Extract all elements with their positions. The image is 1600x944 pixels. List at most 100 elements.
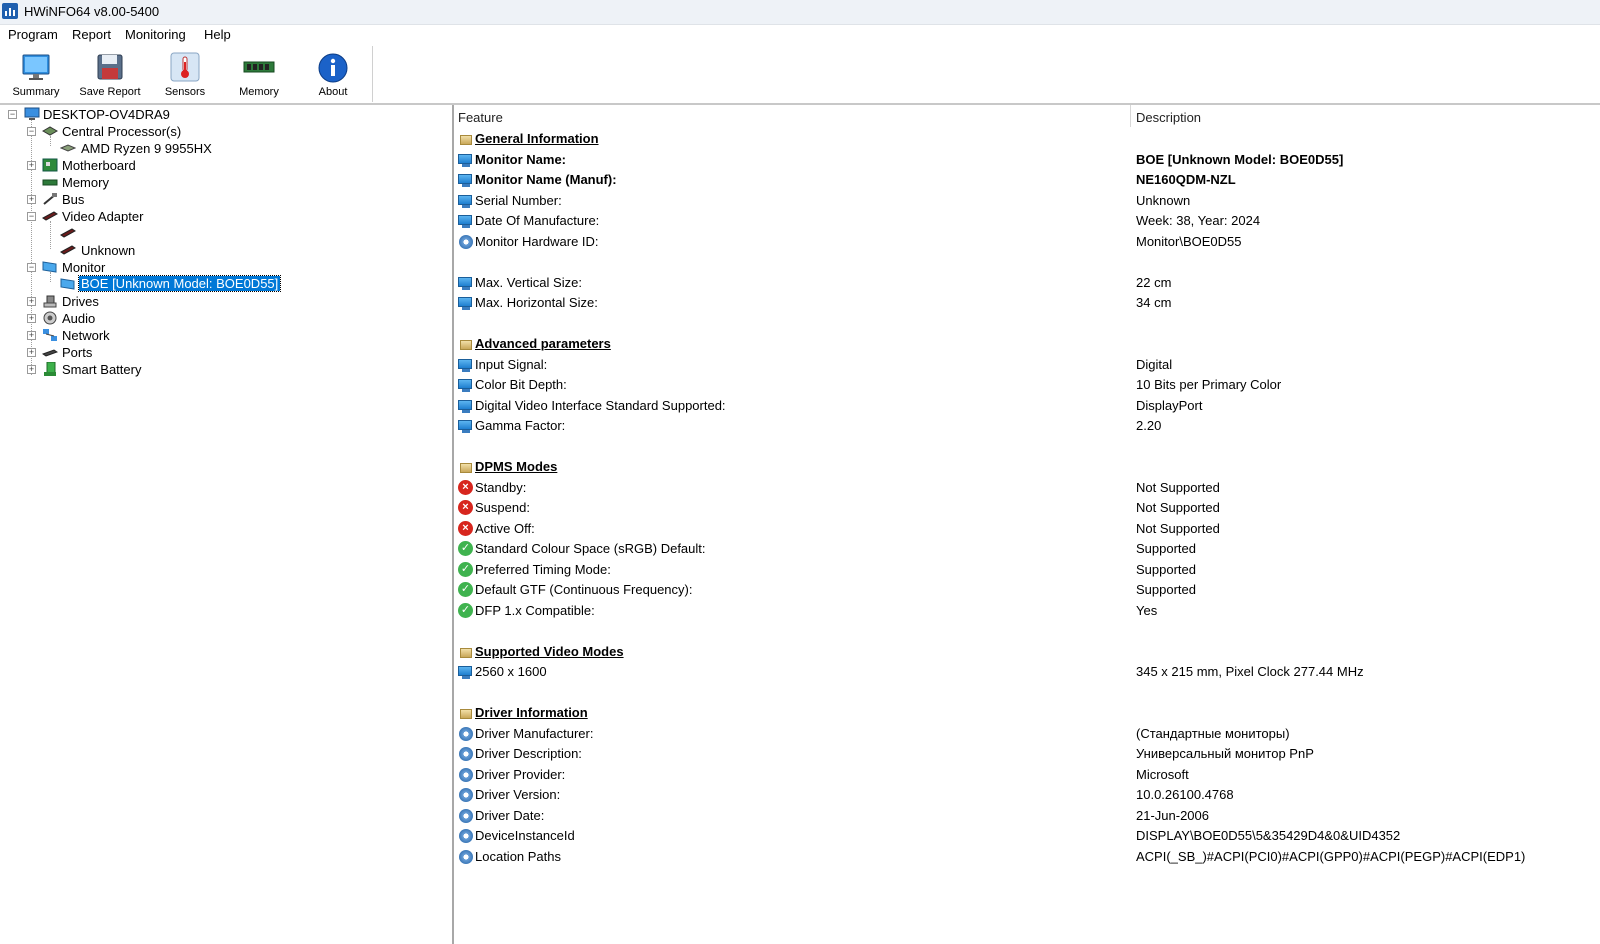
description-value: Supported bbox=[1136, 561, 1196, 577]
tree-label-network: Network bbox=[62, 328, 110, 343]
summary-button[interactable]: Summary bbox=[8, 46, 64, 102]
feature-label: Gamma Factor: bbox=[475, 418, 566, 433]
detail-row[interactable]: ✓ DFP 1.x Compatible: Yes bbox=[454, 601, 1600, 621]
feature-label: DFP 1.x Compatible: bbox=[475, 602, 595, 618]
collapse-toggle-icon[interactable]: − bbox=[27, 127, 36, 136]
expand-toggle-icon[interactable]: + bbox=[27, 365, 36, 374]
feature-label: Driver Version: bbox=[475, 787, 561, 802]
menu-report[interactable]: Report bbox=[72, 27, 111, 42]
monitor-icon bbox=[458, 295, 474, 311]
settings-gear-icon bbox=[458, 746, 474, 762]
feature-label: Max. Vertical Size: bbox=[475, 274, 582, 290]
detail-row[interactable]: ✓ Default GTF (Continuous Frequency): Supp… bbox=[454, 580, 1600, 600]
detail-row[interactable]: Driver Date: 21-Jun-2006 bbox=[454, 806, 1600, 826]
menu-bar: Program Report Monitoring Help bbox=[0, 25, 1600, 45]
expand-toggle-icon[interactable]: + bbox=[27, 161, 36, 170]
section-header-row[interactable]: Driver Information bbox=[454, 703, 1600, 723]
detail-row[interactable]: Driver Version: 10.0.26100.4768 bbox=[454, 785, 1600, 805]
detail-row[interactable]: Color Bit Depth: 10 Bits per Primary Colo… bbox=[454, 375, 1600, 395]
feature-label: Default GTF (Continuous Frequency): bbox=[475, 582, 693, 597]
tree-label-bus: Bus bbox=[62, 192, 85, 207]
detail-row[interactable]: Max. Horizontal Size: 34 cm bbox=[454, 293, 1600, 313]
detail-row[interactable]: × Suspend: Not Supported bbox=[454, 498, 1600, 518]
detail-row[interactable]: Max. Vertical Size: 22 cm bbox=[454, 273, 1600, 293]
feature-label: Serial Number: bbox=[475, 192, 562, 208]
tree-label-monitor: Monitor bbox=[62, 260, 106, 275]
detail-row[interactable]: ✓ Standard Colour Space (sRGB) Default: Su… bbox=[454, 539, 1600, 559]
title-bar: HWiNFO64 v8.00-5400 bbox=[0, 0, 1600, 25]
detail-row[interactable]: Monitor Name: BOE [Unknown Model: BOE0D55… bbox=[454, 150, 1600, 170]
feature-label: Driver Information bbox=[475, 705, 588, 720]
feature-label: Location Paths bbox=[475, 848, 562, 864]
monitor-icon bbox=[458, 213, 474, 229]
detail-row[interactable]: Driver Manufacturer: (Стандартные монитор… bbox=[454, 724, 1600, 744]
collapse-toggle-icon[interactable]: − bbox=[27, 263, 36, 272]
feature-label: Monitor Name (Manuf): bbox=[475, 172, 617, 187]
detail-row[interactable]: Driver Provider: Microsoft bbox=[454, 765, 1600, 785]
feature-label: General Information bbox=[475, 131, 599, 146]
expand-toggle-icon[interactable]: + bbox=[27, 348, 36, 357]
computer-icon bbox=[24, 107, 40, 120]
monitor-icon bbox=[458, 275, 474, 291]
collapse-toggle-icon[interactable]: − bbox=[8, 110, 17, 119]
expand-toggle-icon[interactable]: + bbox=[27, 331, 36, 340]
detail-row[interactable]: DeviceInstanceId DISPLAY\BOE0D55\5&35429D… bbox=[454, 826, 1600, 846]
detail-row[interactable]: Location Paths ACPI(_SB_)#ACPI(PCI0)#ACPI… bbox=[454, 847, 1600, 867]
menu-help[interactable]: Help bbox=[204, 27, 231, 42]
about-button[interactable]: About bbox=[306, 46, 360, 102]
memory-button[interactable]: Memory bbox=[232, 46, 286, 102]
detail-row[interactable]: Monitor Hardware ID: Monitor\BOE0D55 bbox=[454, 232, 1600, 252]
save-floppy-icon bbox=[97, 54, 123, 80]
settings-gear-icon bbox=[458, 787, 474, 803]
check-ok-icon: ✓ bbox=[458, 602, 474, 619]
tree-label-motherboard: Motherboard bbox=[62, 158, 136, 173]
section-header-row[interactable]: General Information bbox=[454, 129, 1600, 149]
expand-toggle-icon[interactable]: + bbox=[27, 314, 36, 323]
detail-row[interactable]: × Active Off: Not Supported bbox=[454, 519, 1600, 539]
expand-toggle-icon[interactable]: + bbox=[27, 195, 36, 204]
tree-label-video-unknown: Unknown bbox=[81, 243, 136, 258]
description-value: Digital bbox=[1136, 356, 1173, 372]
description-value: 22 cm bbox=[1136, 274, 1172, 290]
detail-row[interactable]: ✓ Preferred Timing Mode: Supported bbox=[454, 560, 1600, 580]
section-header-row[interactable]: Supported Video Modes bbox=[454, 642, 1600, 662]
spacer-row bbox=[454, 437, 1600, 457]
description-value: Microsoft bbox=[1136, 766, 1189, 782]
detail-row[interactable]: Serial Number: Unknown bbox=[454, 191, 1600, 211]
spacer-row bbox=[454, 314, 1600, 334]
description-value: 2.20 bbox=[1136, 418, 1162, 433]
description-value: NE160QDM-NZL bbox=[1136, 172, 1236, 187]
detail-row[interactable]: Monitor Name (Manuf): NE160QDM-NZL bbox=[454, 170, 1600, 190]
detail-row[interactable]: Digital Video Interface Standard Support… bbox=[454, 396, 1600, 416]
column-divider[interactable] bbox=[1130, 105, 1131, 127]
section-header-row[interactable]: Advanced parameters bbox=[454, 334, 1600, 354]
detail-row[interactable]: 2560 x 1600 345 x 215 mm, Pixel Clock 277… bbox=[454, 662, 1600, 682]
save-report-button[interactable]: Save Report bbox=[78, 46, 142, 102]
tree-label-cpu-model: AMD Ryzen 9 9955HX bbox=[81, 141, 212, 156]
save-report-label: Save Report bbox=[79, 86, 141, 98]
feature-label: Suspend: bbox=[475, 500, 530, 515]
settings-gear-icon bbox=[458, 234, 474, 250]
menu-monitoring[interactable]: Monitoring bbox=[125, 27, 186, 42]
column-header-description[interactable]: Description bbox=[1136, 110, 1201, 125]
detail-row[interactable]: Date Of Manufacture: Week: 38, Year: 2024 bbox=[454, 211, 1600, 231]
settings-gear-icon bbox=[458, 767, 474, 783]
description-value: Unknown bbox=[1136, 192, 1191, 208]
detail-row[interactable]: × Standby: Not Supported bbox=[454, 478, 1600, 498]
column-header-feature[interactable]: Feature bbox=[458, 110, 503, 125]
detail-row[interactable]: Driver Description: Универсальный монитор… bbox=[454, 744, 1600, 764]
detail-row[interactable]: Input Signal: Digital bbox=[454, 355, 1600, 375]
description-value: Not Supported bbox=[1136, 500, 1220, 515]
section-header-row[interactable]: DPMS Modes bbox=[454, 457, 1600, 477]
detail-row[interactable]: Gamma Factor: 2.20 bbox=[454, 416, 1600, 436]
collapse-toggle-icon[interactable]: − bbox=[27, 212, 36, 221]
feature-label: Input Signal: bbox=[475, 356, 548, 372]
toolbar: Summary Save Report Sensors Memory About bbox=[0, 46, 373, 102]
description-value: Универсальный монитор PnP bbox=[1136, 746, 1314, 761]
sensors-button[interactable]: Sensors bbox=[158, 46, 212, 102]
menu-program[interactable]: Program bbox=[8, 27, 58, 42]
about-info-icon bbox=[318, 53, 348, 83]
tree-label-memory: Memory bbox=[62, 175, 109, 190]
section-folder-icon bbox=[458, 644, 474, 660]
expand-toggle-icon[interactable]: + bbox=[27, 297, 36, 306]
